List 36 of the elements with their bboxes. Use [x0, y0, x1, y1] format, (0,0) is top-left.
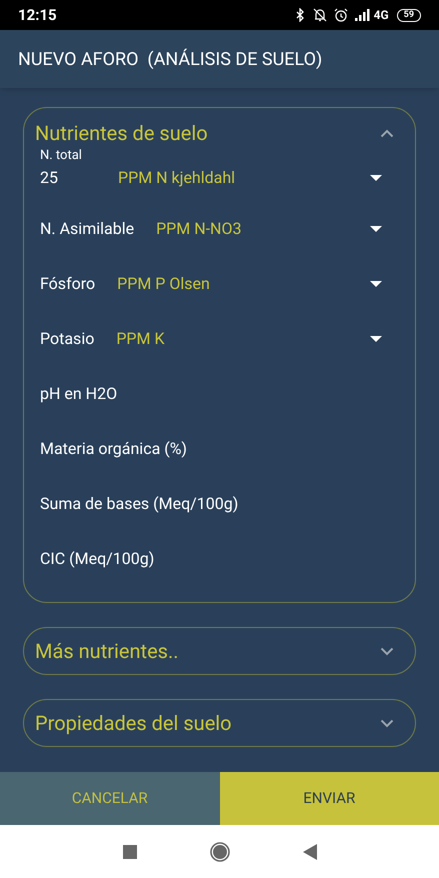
clock-time: 12:15 — [18, 4, 57, 26]
signal-icon — [354, 9, 371, 21]
section-title[interactable]: Propiedades del suelo — [35, 710, 232, 736]
input-field[interactable]: CIC (Meq/100g) — [40, 546, 154, 570]
input-field[interactable]: Fósforo — [40, 272, 96, 296]
unit-dropdown[interactable]: PPM P Olsen — [117, 272, 210, 296]
home-icon[interactable] — [210, 842, 230, 862]
section-title[interactable]: Nutrientes de suelo — [35, 120, 208, 146]
input-field[interactable]: 25 — [40, 164, 118, 192]
cancel-button[interactable]: CANCELAR — [0, 772, 220, 825]
bell-off-icon — [312, 8, 327, 22]
chevron-down-icon[interactable] — [380, 646, 394, 656]
input-field[interactable]: N. Asimilable — [40, 216, 134, 240]
unit-dropdown[interactable]: PPM N kjehldahl — [118, 166, 236, 190]
unit-dropdown[interactable]: PPM K — [116, 326, 164, 350]
dropdown-arrow-icon[interactable] — [370, 280, 382, 286]
input-field[interactable]: pH en H2O — [40, 382, 118, 406]
dropdown-arrow-icon[interactable] — [370, 175, 382, 181]
input-field[interactable]: Suma de bases (Meq/100g) — [40, 492, 238, 516]
input-field[interactable]: Potasio — [40, 326, 94, 350]
network-type: 4G — [374, 7, 389, 24]
chevron-down-icon[interactable] — [380, 718, 394, 728]
unit-dropdown[interactable]: PPM N-NO3 — [156, 216, 242, 240]
dropdown-arrow-icon[interactable] — [370, 336, 382, 342]
field-label: N. total — [40, 148, 83, 164]
section-title[interactable]: Más nutrientes.. — [35, 638, 179, 664]
back-icon[interactable] — [302, 844, 316, 860]
battery-indicator: 59 — [396, 8, 421, 22]
bluetooth-icon — [296, 8, 305, 22]
square-icon[interactable] — [122, 844, 136, 858]
send-button[interactable]: ENVIAR — [220, 772, 439, 825]
chevron-up-icon[interactable] — [380, 128, 394, 138]
input-field[interactable]: Materia orgánica (%) — [40, 436, 187, 460]
dropdown-arrow-icon[interactable] — [370, 226, 382, 232]
alarm-icon — [334, 8, 348, 22]
screen-title: NUEVO AFORO (ANÁLISIS DE SUELO) — [18, 48, 322, 72]
